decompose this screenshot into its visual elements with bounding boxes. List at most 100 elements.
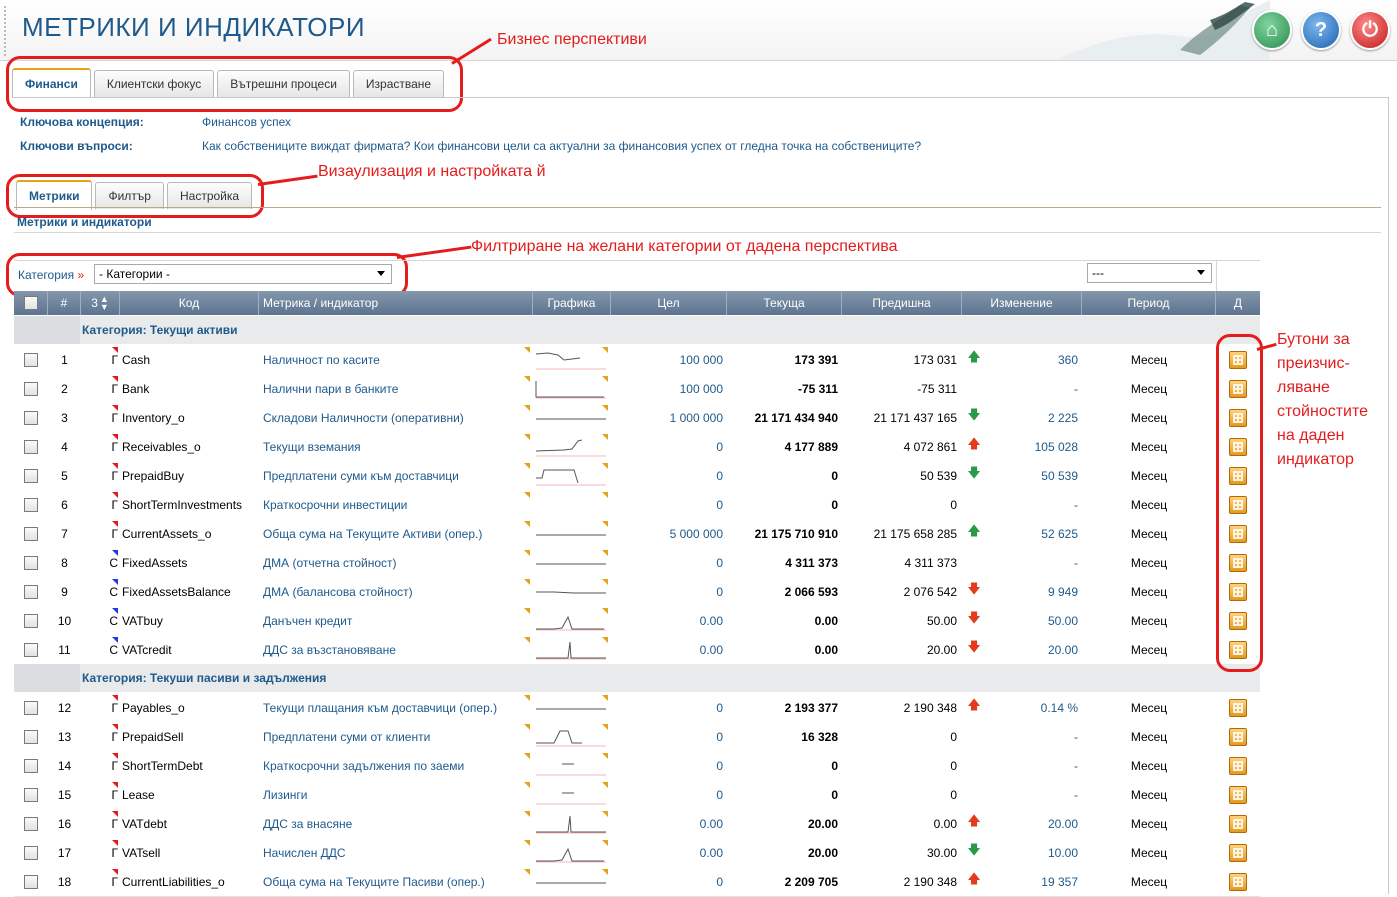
table-row[interactable]: 17 Г VATsell Начислен ДДС 0.00 20.00 30.00 🡇 10.… — [14, 838, 1260, 868]
col-graph[interactable]: Графика — [533, 291, 611, 315]
table-row[interactable]: 5 Г PrepaidBuy Предплатени суми към доставч… — [14, 461, 1260, 491]
table-row[interactable]: 15 Г Lease Лизинги 0 0 0- Месец — [14, 780, 1260, 810]
row-metric-link[interactable]: ДДС за внасяне — [263, 809, 531, 838]
row-metric-link[interactable]: Обща сума на Текущите Пасиви (опер.) — [263, 867, 531, 896]
table-row[interactable]: 4 Г Receivables_o Текущи вземания 0 4 177 889… — [14, 432, 1260, 462]
row-sparkline[interactable] — [534, 812, 608, 834]
row-metric-link[interactable]: Наличност по касите — [263, 345, 531, 374]
row-metric-link[interactable]: Складови Наличности (оперативни) — [263, 403, 531, 432]
help-button[interactable]: ? — [1301, 10, 1341, 50]
row-metric-link[interactable]: ДМА (отчетна стойност) — [263, 548, 531, 577]
col-actions[interactable]: Д — [1216, 291, 1260, 315]
table-row[interactable]: 16 Г VATdebt ДДС за внасяне 0.00 20.00 0.00 🡅 20… — [14, 809, 1260, 839]
table-row[interactable]: 9 С FixedAssetsBalance ДМА (балансова стойн… — [14, 577, 1260, 607]
row-sparkline[interactable] — [534, 783, 608, 805]
row-sparkline[interactable] — [534, 870, 608, 892]
col-change[interactable]: Изменение — [962, 291, 1082, 315]
row-metric-link[interactable]: Лизинги — [263, 780, 531, 809]
category-filter-label[interactable]: Категория » — [18, 268, 84, 282]
row-sparkline[interactable] — [534, 638, 608, 660]
row-sparkline[interactable] — [534, 348, 608, 370]
table-row[interactable]: 12 Г Payables_o Текущи плащания към доставч… — [14, 693, 1260, 723]
row-metric-link[interactable]: ДДС за възстановяване — [263, 635, 531, 664]
table-row[interactable]: 11 С VATcredit ДДС за възстановяване 0.00 0.0… — [14, 635, 1260, 665]
row-checkbox[interactable] — [24, 497, 38, 512]
row-checkbox[interactable] — [24, 845, 38, 860]
row-sparkline[interactable] — [534, 754, 608, 776]
row-sparkline[interactable] — [534, 725, 608, 747]
tab-growth[interactable]: Израстване — [352, 70, 445, 97]
row-metric-link[interactable]: Текущи вземания — [263, 432, 531, 461]
row-metric-link[interactable]: Обща сума на Текущите Активи (опер.) — [263, 519, 531, 548]
row-checkbox[interactable] — [24, 410, 38, 425]
row-checkbox[interactable] — [24, 874, 38, 889]
row-sparkline[interactable] — [534, 522, 608, 544]
recalculate-button[interactable] — [1229, 814, 1247, 833]
tab-customer-focus[interactable]: Клиентски фокус — [93, 70, 215, 97]
table-row[interactable]: 2 Г Bank Налични пари в банките 100 000 -75 3… — [14, 374, 1260, 404]
row-checkbox[interactable] — [24, 439, 38, 454]
row-metric-link[interactable]: Краткосрочни задължения по заеми — [263, 751, 531, 780]
row-metric-link[interactable]: ДМА (балансова стойност) — [263, 577, 531, 606]
category-select[interactable]: - Категории - — [94, 264, 392, 284]
row-sparkline[interactable] — [534, 841, 608, 863]
table-row[interactable]: 18 Г CurrentLiabilities_o Обща сума на Теку… — [14, 867, 1260, 897]
col-number[interactable]: # — [48, 291, 81, 315]
row-sparkline[interactable] — [534, 493, 608, 515]
col-target[interactable]: Цел — [611, 291, 727, 315]
row-checkbox[interactable] — [24, 642, 38, 657]
period-select[interactable]: --- — [1087, 263, 1212, 283]
row-checkbox[interactable] — [24, 613, 38, 628]
row-checkbox[interactable] — [24, 758, 38, 773]
row-sparkline[interactable] — [534, 377, 608, 399]
table-row[interactable]: 1 Г Cash Наличност по касите 100 000 173 391 1… — [14, 345, 1260, 375]
row-metric-link[interactable]: Предплатени суми от клиенти — [263, 722, 531, 751]
table-row[interactable]: 13 Г PrepaidSell Предплатени суми от клиент… — [14, 722, 1260, 752]
row-sparkline[interactable] — [534, 435, 608, 457]
row-checkbox[interactable] — [24, 555, 38, 570]
col-previous[interactable]: Предишна — [842, 291, 962, 315]
row-metric-link[interactable]: Начислен ДДС — [263, 838, 531, 867]
row-metric-link[interactable]: Предплатени суми към доставчици — [263, 461, 531, 490]
row-metric-link[interactable]: Данъчен кредит — [263, 606, 531, 635]
table-row[interactable]: 7 Г CurrentAssets_o Обща сума на Текущите А… — [14, 519, 1260, 549]
row-metric-link[interactable]: Текущи плащания към доставчици (опер.) — [263, 693, 531, 722]
row-checkbox[interactable] — [24, 584, 38, 599]
row-checkbox[interactable] — [24, 468, 38, 483]
table-row[interactable]: 8 С FixedAssets ДМА (отчетна стойност) 0 4 31… — [14, 548, 1260, 578]
tab-internal-processes[interactable]: Вътрешни процеси — [217, 70, 350, 97]
row-sparkline[interactable] — [534, 551, 608, 573]
select-all-checkbox[interactable] — [23, 296, 38, 310]
row-checkbox[interactable] — [24, 816, 38, 831]
col-code[interactable]: Код — [120, 291, 259, 315]
tab-finance[interactable]: Финанси — [12, 68, 91, 98]
row-sparkline[interactable] — [534, 609, 608, 631]
table-row[interactable]: 14 Г ShortTermDebt Краткосрочни задължения … — [14, 751, 1260, 781]
recalculate-button[interactable] — [1229, 756, 1247, 775]
col-current[interactable]: Текуща — [727, 291, 842, 315]
col-period[interactable]: Период — [1082, 291, 1216, 315]
row-checkbox[interactable] — [24, 700, 38, 715]
col-type[interactable]: 3 ▲ ▼ — [81, 291, 120, 315]
table-row[interactable]: 6 Г ShortTermInvestments Краткосрочни инвес… — [14, 490, 1260, 520]
row-sparkline[interactable] — [534, 406, 608, 428]
row-sparkline[interactable] — [534, 464, 608, 486]
tab-settings[interactable]: Настройка — [166, 182, 253, 209]
row-sparkline[interactable] — [534, 696, 608, 718]
recalculate-button[interactable] — [1229, 698, 1247, 717]
tab-metrics[interactable]: Метрики — [16, 180, 93, 210]
row-checkbox[interactable] — [24, 381, 38, 396]
recalculate-button[interactable] — [1229, 727, 1247, 746]
recalculate-button[interactable] — [1229, 785, 1247, 804]
col-metric[interactable]: Метрика / индикатор — [259, 291, 533, 315]
row-metric-link[interactable]: Налични пари в банките — [263, 374, 531, 403]
row-checkbox[interactable] — [24, 787, 38, 802]
table-row[interactable]: 10 С VATbuy Данъчен кредит 0.00 0.00 50.00 🡇 50.… — [14, 606, 1260, 636]
row-sparkline[interactable] — [534, 580, 608, 602]
row-checkbox[interactable] — [24, 526, 38, 541]
logout-button[interactable]: ⏻ — [1350, 10, 1390, 50]
recalculate-button[interactable] — [1229, 843, 1247, 862]
row-checkbox[interactable] — [24, 352, 38, 367]
table-row[interactable]: 3 Г Inventory_o Складови Наличности (операт… — [14, 403, 1260, 433]
row-metric-link[interactable]: Краткосрочни инвестиции — [263, 490, 531, 519]
